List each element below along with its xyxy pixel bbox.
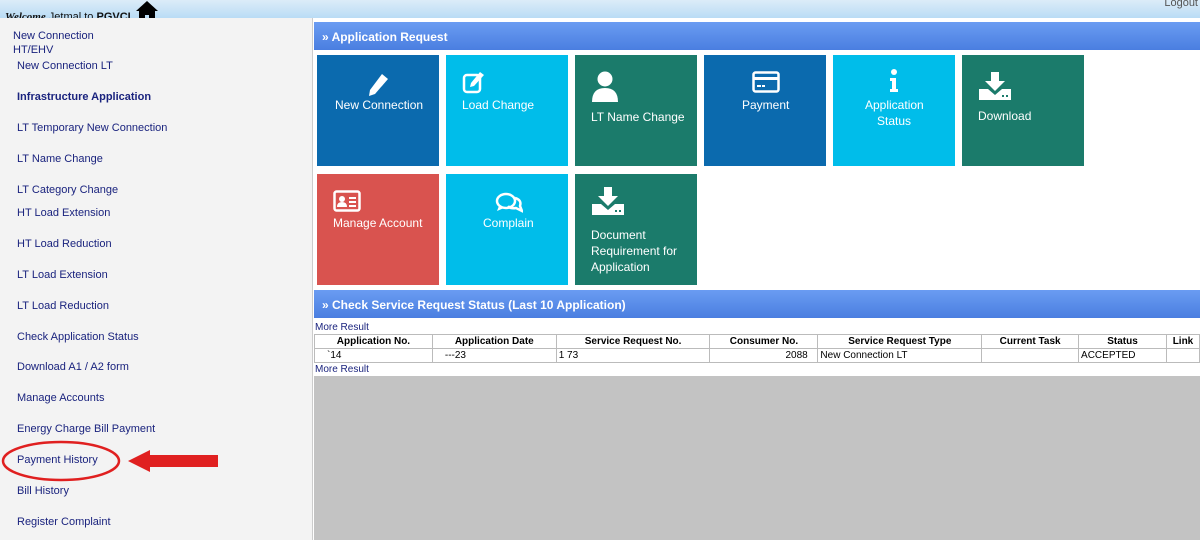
highlight-circle (1, 440, 121, 482)
arrow-annotation (128, 450, 218, 472)
annotation-overlay (1, 440, 218, 482)
